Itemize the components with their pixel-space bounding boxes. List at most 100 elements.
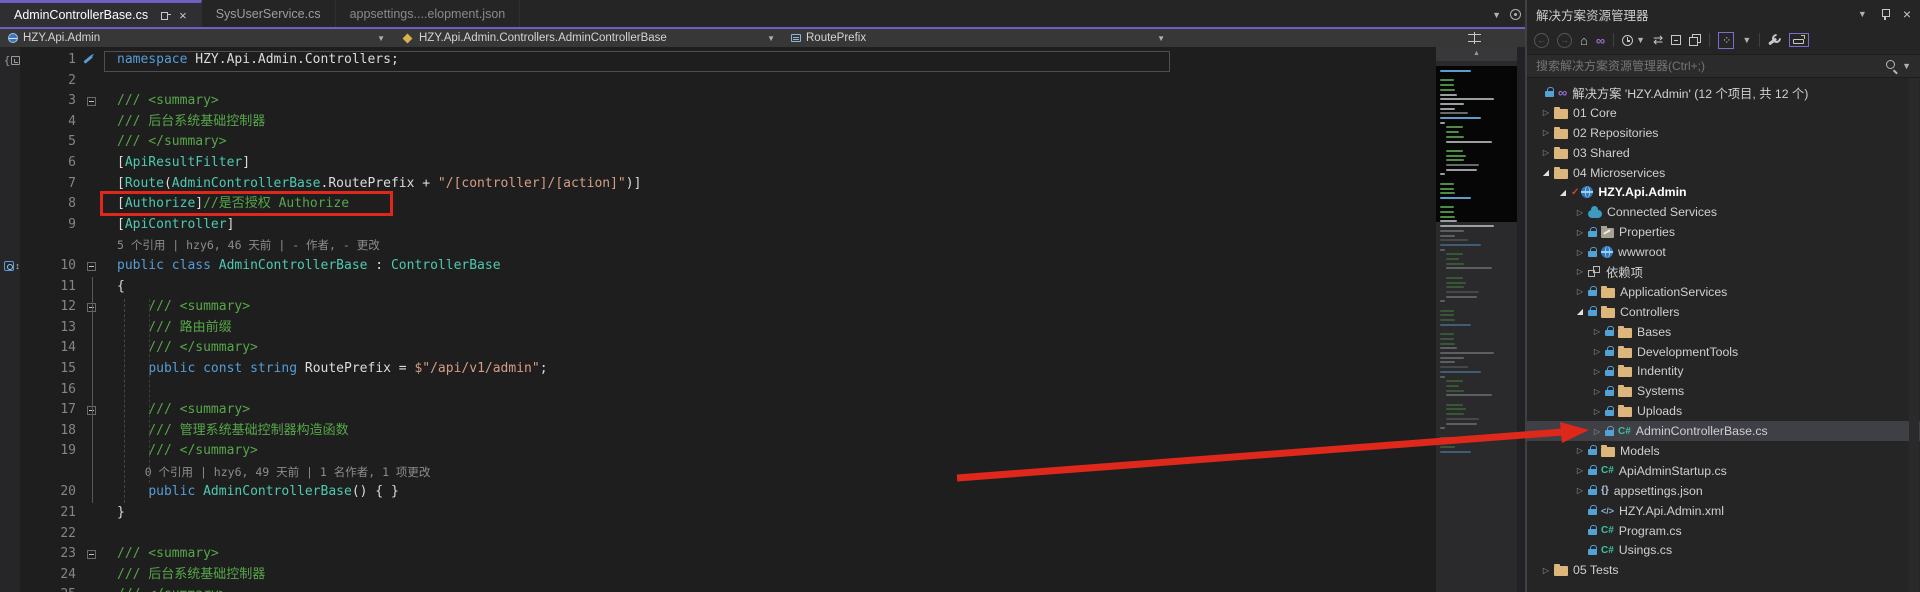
chevron-down-icon[interactable]: ▼ [767, 34, 775, 43]
close-tab-icon[interactable]: × [179, 9, 187, 22]
tree-item-01-core[interactable]: ▷01 Core [1527, 103, 1920, 123]
tab-admincontrollerbase-cs[interactable]: AdminControllerBase.cs× [0, 0, 202, 27]
code-row[interactable]: 17 /// <summary> [0, 400, 1430, 421]
chevron-collapsed-icon[interactable]: ▷ [1538, 566, 1554, 575]
code-row[interactable]: 20 public AdminControllerBase() { } [0, 482, 1430, 503]
tree-item-依赖项[interactable]: ▷依赖项 [1527, 262, 1920, 282]
code-row[interactable]: 19 /// </summary> [0, 441, 1430, 462]
breadcrumb-member[interactable]: RoutePrefix ▼ [783, 29, 1173, 47]
code-row[interactable]: 21} [0, 503, 1430, 524]
tree-item-usings-cs[interactable]: Usings.cs [1527, 540, 1920, 560]
tree-item-systems[interactable]: ▷Systems [1527, 381, 1920, 401]
collapse-all-button[interactable] [1671, 35, 1681, 45]
switch-views-button[interactable]: ∞ [1596, 33, 1605, 48]
codelens-row[interactable]: 0 个引用 | hzy6, 49 天前 | 1 名作者, 1 项更改 [0, 462, 1430, 483]
tree-item-解决方案-hzy-admin-12-个项目-共-12-个-[interactable]: ∞解决方案 'HZY.Admin' (12 个项目, 共 12 个) [1527, 83, 1920, 103]
chevron-collapsed-icon[interactable]: ▷ [1572, 287, 1588, 296]
tree-item-applicationservices[interactable]: ▷ApplicationServices [1527, 282, 1920, 302]
preview-selected-items-toggle[interactable] [1789, 33, 1809, 47]
code-row[interactable]: 6[ApiResultFilter] [0, 153, 1430, 174]
tree-item-controllers[interactable]: ◢Controllers [1527, 302, 1920, 322]
tree-item-connected-services[interactable]: ▷Connected Services [1527, 202, 1920, 222]
breadcrumb-class[interactable]: HZY.Api.Admin.Controllers.AdminControlle… [393, 29, 783, 47]
code-row[interactable]: 22 [0, 524, 1430, 545]
code-row[interactable]: 14 /// </summary> [0, 338, 1430, 359]
code-row[interactable]: 16 [0, 380, 1430, 401]
pending-changes-filter-button[interactable]: ▼ [1622, 35, 1645, 46]
code-row[interactable]: {1namespace HZY.Api.Admin.Controllers; [0, 50, 1430, 71]
editor-scrollbar[interactable] [1517, 47, 1525, 592]
minimap[interactable] [1436, 61, 1517, 592]
code-row[interactable]: 12 /// <summary> [0, 297, 1430, 318]
preview-button[interactable] [1689, 34, 1701, 46]
code-row[interactable]: ↕10public class AdminControllerBase : Co… [0, 256, 1430, 277]
code-editor[interactable]: {1namespace HZY.Api.Admin.Controllers;23… [0, 47, 1527, 592]
window-position-dropdown-icon[interactable]: ▼ [1858, 9, 1867, 19]
fold-collapse-icon[interactable] [87, 550, 96, 559]
chevron-collapsed-icon[interactable]: ▷ [1572, 466, 1588, 475]
tree-item-admincontrollerbase-cs[interactable]: ▷AdminControllerBase.cs [1527, 421, 1920, 441]
code-row[interactable]: 13 /// 路由前缀 [0, 318, 1430, 339]
forward-button[interactable]: → [1557, 33, 1572, 48]
tree-item-uploads[interactable]: ▷Uploads [1527, 401, 1920, 421]
tree-item-indentity[interactable]: ▷Indentity [1527, 361, 1920, 381]
home-button[interactable]: ⌂ [1580, 33, 1588, 48]
solution-search-input[interactable] [1536, 59, 1886, 73]
chevron-collapsed-icon[interactable]: ▷ [1538, 128, 1554, 137]
chevron-collapsed-icon[interactable]: ▷ [1572, 208, 1588, 217]
tree-item-models[interactable]: ▷Models [1527, 441, 1920, 461]
chevron-expanded-icon[interactable]: ◢ [1572, 307, 1588, 316]
code-row[interactable]: 9[ApiController] [0, 215, 1430, 236]
chevron-expanded-icon[interactable]: ◢ [1555, 188, 1571, 197]
tab-appsettings-elopment-json[interactable]: appsettings....elopment.json [336, 0, 521, 27]
tab-sysuserservice-cs[interactable]: SysUserService.cs [202, 0, 336, 27]
code-row[interactable]: 11{ [0, 277, 1430, 298]
split-editor-icon[interactable] [1468, 32, 1481, 44]
tree-item-hzy-api-admin[interactable]: ◢✓HZY.Api.Admin [1527, 182, 1920, 202]
code-row[interactable]: 4/// 后台系统基础控制器 [0, 112, 1430, 133]
pin-tab-icon[interactable] [160, 10, 171, 21]
code-row[interactable]: 3/// <summary> [0, 91, 1430, 112]
chevron-collapsed-icon[interactable]: ▷ [1572, 228, 1588, 237]
chevron-collapsed-icon[interactable]: ▷ [1572, 248, 1588, 257]
sync-with-active-document-button[interactable]: ⇄ [1653, 33, 1663, 47]
breadcrumb-project[interactable]: HZY.Api.Admin ▼ [0, 29, 393, 47]
chevron-down-icon[interactable]: ▼ [377, 34, 385, 43]
chevron-collapsed-icon[interactable]: ▷ [1572, 446, 1588, 455]
fold-collapse-icon[interactable] [87, 262, 96, 271]
code-row[interactable]: 24/// 后台系统基础控制器 [0, 565, 1430, 586]
tree-item-wwwroot[interactable]: ▷wwwroot [1527, 242, 1920, 262]
codelens-row[interactable]: 5 个引用 | hzy6, 46 天前 | - 作者, - 更改 [0, 235, 1430, 256]
code-row[interactable]: 18 /// 管理系统基础控制器构造函数 [0, 421, 1430, 442]
document-list-dropdown-icon[interactable]: ▼ [1492, 10, 1501, 20]
chevron-collapsed-icon[interactable]: ▷ [1589, 387, 1605, 396]
tree-item-program-cs[interactable]: Program.cs [1527, 521, 1920, 541]
code-row[interactable]: 23/// <summary> [0, 544, 1430, 565]
tree-item-03-shared[interactable]: ▷03 Shared [1527, 143, 1920, 163]
minimap-collapse-button[interactable]: ▲ [1436, 47, 1517, 61]
code-row[interactable]: 2 [0, 71, 1430, 92]
pin-panel-icon[interactable] [1880, 8, 1890, 21]
tree-item-appsettings-json[interactable]: ▷appsettings.json [1527, 481, 1920, 501]
chevron-collapsed-icon[interactable]: ▷ [1572, 486, 1588, 495]
chevron-down-icon[interactable]: ▼ [1157, 34, 1165, 43]
chevron-collapsed-icon[interactable]: ▷ [1589, 367, 1605, 376]
tree-item-bases[interactable]: ▷Bases [1527, 322, 1920, 342]
tree-item-05-tests[interactable]: ▷05 Tests [1527, 560, 1920, 580]
code-row[interactable]: 5/// </summary> [0, 132, 1430, 153]
close-panel-icon[interactable]: × [1903, 6, 1911, 22]
search-icon[interactable] [1886, 60, 1898, 72]
tree-item-properties[interactable]: ▷Properties [1527, 222, 1920, 242]
code-row[interactable]: 15 public const string RoutePrefix = $"/… [0, 359, 1430, 380]
chevron-collapsed-icon[interactable]: ▷ [1589, 327, 1605, 336]
search-options-dropdown-icon[interactable]: ▼ [1902, 61, 1911, 71]
tree-item-hzy-api-admin-xml[interactable]: HZY.Api.Admin.xml [1527, 501, 1920, 521]
properties-button[interactable] [1768, 34, 1781, 47]
solution-search-box[interactable]: ▼ [1527, 54, 1920, 78]
chevron-expanded-icon[interactable]: ◢ [1538, 168, 1554, 177]
chevron-collapsed-icon[interactable]: ▷ [1538, 148, 1554, 157]
tree-item-developmenttools[interactable]: ▷DevelopmentTools [1527, 342, 1920, 362]
show-all-files-toggle[interactable]: ⁘ [1718, 32, 1734, 49]
chevron-collapsed-icon[interactable]: ▷ [1589, 347, 1605, 356]
chevron-collapsed-icon[interactable]: ▷ [1538, 108, 1554, 117]
